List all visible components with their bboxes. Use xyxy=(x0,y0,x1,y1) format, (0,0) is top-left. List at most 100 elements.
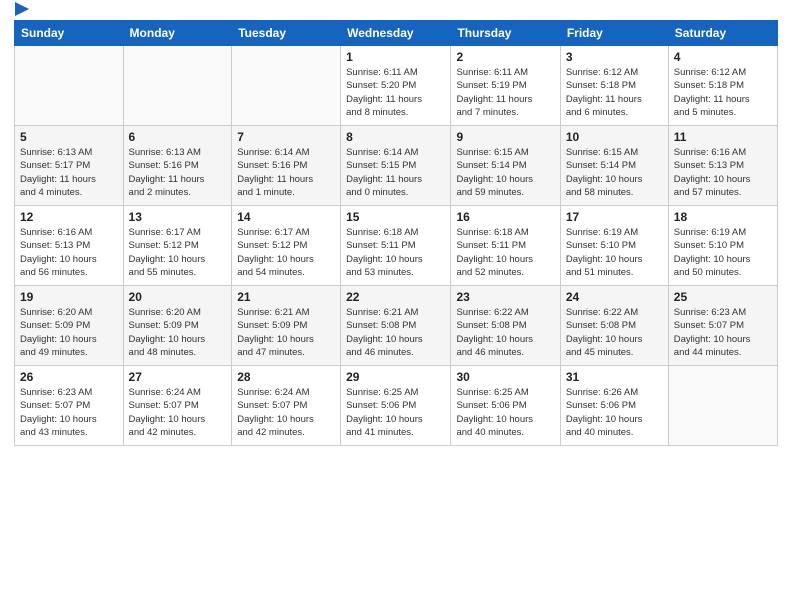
day-info: Sunrise: 6:11 AM Sunset: 5:20 PM Dayligh… xyxy=(346,66,445,119)
day-number: 28 xyxy=(237,370,335,384)
calendar-header-monday: Monday xyxy=(123,21,232,46)
calendar-header-thursday: Thursday xyxy=(451,21,560,46)
day-number: 9 xyxy=(456,130,554,144)
day-info: Sunrise: 6:26 AM Sunset: 5:06 PM Dayligh… xyxy=(566,386,663,439)
calendar-cell: 6Sunrise: 6:13 AM Sunset: 5:16 PM Daylig… xyxy=(123,126,232,206)
calendar-table: SundayMondayTuesdayWednesdayThursdayFrid… xyxy=(14,20,778,446)
day-number: 7 xyxy=(237,130,335,144)
calendar-cell: 18 Sunrise: 6:19 AM Sunset: 5:10 PM Dayli… xyxy=(668,206,777,286)
calendar-cell: 27 Sunrise: 6:24 AM Sunset: 5:07 PM Dayli… xyxy=(123,366,232,446)
calendar-cell: 4 Sunrise: 6:12 AM Sunset: 5:18 PM Daylig… xyxy=(668,46,777,126)
day-info: Sunrise: 6:24 AM Sunset: 5:07 PM Dayligh… xyxy=(129,386,227,439)
day-info: Sunrise: 6:18 AM Sunset: 5:11 PM Dayligh… xyxy=(456,226,554,279)
day-number: 16 xyxy=(456,210,554,224)
header xyxy=(14,10,778,12)
calendar-week-row: 1 Sunrise: 6:11 AM Sunset: 5:20 PM Daylig… xyxy=(15,46,778,126)
day-info: Sunrise: 6:23 AM Sunset: 5:07 PM Dayligh… xyxy=(674,306,772,359)
day-info: Sunrise: 6:14 AM Sunset: 5:16 PM Dayligh… xyxy=(237,146,335,199)
day-number: 26 xyxy=(20,370,118,384)
day-number: 29 xyxy=(346,370,445,384)
day-info: Sunrise: 6:12 AM Sunset: 5:18 PM Dayligh… xyxy=(566,66,663,119)
calendar-header-tuesday: Tuesday xyxy=(232,21,341,46)
calendar-cell: 7 Sunrise: 6:14 AM Sunset: 5:16 PM Daylig… xyxy=(232,126,341,206)
calendar-cell: 31 Sunrise: 6:26 AM Sunset: 5:06 PM Dayli… xyxy=(560,366,668,446)
day-info: Sunrise: 6:17 AM Sunset: 5:12 PM Dayligh… xyxy=(237,226,335,279)
day-number: 12 xyxy=(20,210,118,224)
day-number: 14 xyxy=(237,210,335,224)
day-number: 23 xyxy=(456,290,554,304)
calendar-cell: 5 Sunrise: 6:13 AM Sunset: 5:17 PM Daylig… xyxy=(15,126,124,206)
day-number: 10 xyxy=(566,130,663,144)
day-number: 3 xyxy=(566,50,663,64)
day-info: Sunrise: 6:23 AM Sunset: 5:07 PM Dayligh… xyxy=(20,386,118,439)
calendar-header-friday: Friday xyxy=(560,21,668,46)
day-number: 20 xyxy=(129,290,227,304)
day-number: 21 xyxy=(237,290,335,304)
calendar-cell xyxy=(232,46,341,126)
day-info: Sunrise: 6:21 AM Sunset: 5:09 PM Dayligh… xyxy=(237,306,335,359)
day-number: 13 xyxy=(129,210,227,224)
day-number: 2 xyxy=(456,50,554,64)
day-info: Sunrise: 6:12 AM Sunset: 5:18 PM Dayligh… xyxy=(674,66,772,119)
day-info: Sunrise: 6:19 AM Sunset: 5:10 PM Dayligh… xyxy=(566,226,663,279)
day-info: Sunrise: 6:15 AM Sunset: 5:14 PM Dayligh… xyxy=(566,146,663,199)
calendar-cell: 19Sunrise: 6:20 AM Sunset: 5:09 PM Dayli… xyxy=(15,286,124,366)
calendar-cell: 16 Sunrise: 6:18 AM Sunset: 5:11 PM Dayli… xyxy=(451,206,560,286)
calendar-cell: 29 Sunrise: 6:25 AM Sunset: 5:06 PM Dayli… xyxy=(341,366,451,446)
calendar-cell xyxy=(15,46,124,126)
calendar-cell: 23 Sunrise: 6:22 AM Sunset: 5:08 PM Dayli… xyxy=(451,286,560,366)
calendar-week-row: 12 Sunrise: 6:16 AM Sunset: 5:13 PM Dayli… xyxy=(15,206,778,286)
calendar-cell: 13 Sunrise: 6:17 AM Sunset: 5:12 PM Dayli… xyxy=(123,206,232,286)
day-info: Sunrise: 6:17 AM Sunset: 5:12 PM Dayligh… xyxy=(129,226,227,279)
day-number: 18 xyxy=(674,210,772,224)
day-info: Sunrise: 6:16 AM Sunset: 5:13 PM Dayligh… xyxy=(20,226,118,279)
day-number: 17 xyxy=(566,210,663,224)
calendar-cell: 2Sunrise: 6:11 AM Sunset: 5:19 PM Daylig… xyxy=(451,46,560,126)
calendar-cell: 14 Sunrise: 6:17 AM Sunset: 5:12 PM Dayli… xyxy=(232,206,341,286)
day-info: Sunrise: 6:14 AM Sunset: 5:15 PM Dayligh… xyxy=(346,146,445,199)
calendar-cell xyxy=(668,366,777,446)
day-number: 31 xyxy=(566,370,663,384)
day-info: Sunrise: 6:22 AM Sunset: 5:08 PM Dayligh… xyxy=(456,306,554,359)
calendar-header-sunday: Sunday xyxy=(15,21,124,46)
calendar-cell: 24 Sunrise: 6:22 AM Sunset: 5:08 PM Dayli… xyxy=(560,286,668,366)
main-container: SundayMondayTuesdayWednesdayThursdayFrid… xyxy=(0,0,792,456)
day-number: 27 xyxy=(129,370,227,384)
day-info: Sunrise: 6:25 AM Sunset: 5:06 PM Dayligh… xyxy=(346,386,445,439)
day-info: Sunrise: 6:16 AM Sunset: 5:13 PM Dayligh… xyxy=(674,146,772,199)
calendar-week-row: 26 Sunrise: 6:23 AM Sunset: 5:07 PM Dayli… xyxy=(15,366,778,446)
calendar-header-wednesday: Wednesday xyxy=(341,21,451,46)
calendar-cell: 20 Sunrise: 6:20 AM Sunset: 5:09 PM Dayli… xyxy=(123,286,232,366)
day-info: Sunrise: 6:19 AM Sunset: 5:10 PM Dayligh… xyxy=(674,226,772,279)
day-number: 5 xyxy=(20,130,118,144)
calendar-cell: 21 Sunrise: 6:21 AM Sunset: 5:09 PM Dayli… xyxy=(232,286,341,366)
calendar-cell: 25Sunrise: 6:23 AM Sunset: 5:07 PM Dayli… xyxy=(668,286,777,366)
day-info: Sunrise: 6:13 AM Sunset: 5:17 PM Dayligh… xyxy=(20,146,118,199)
calendar-cell: 1 Sunrise: 6:11 AM Sunset: 5:20 PM Daylig… xyxy=(341,46,451,126)
calendar-cell: 10 Sunrise: 6:15 AM Sunset: 5:14 PM Dayli… xyxy=(560,126,668,206)
calendar-week-row: 19Sunrise: 6:20 AM Sunset: 5:09 PM Dayli… xyxy=(15,286,778,366)
day-number: 15 xyxy=(346,210,445,224)
day-info: Sunrise: 6:21 AM Sunset: 5:08 PM Dayligh… xyxy=(346,306,445,359)
calendar-cell: 15Sunrise: 6:18 AM Sunset: 5:11 PM Dayli… xyxy=(341,206,451,286)
calendar-cell: 30Sunrise: 6:25 AM Sunset: 5:06 PM Dayli… xyxy=(451,366,560,446)
logo-arrow-icon xyxy=(15,2,29,16)
day-number: 4 xyxy=(674,50,772,64)
calendar-cell: 28 Sunrise: 6:24 AM Sunset: 5:07 PM Dayli… xyxy=(232,366,341,446)
day-info: Sunrise: 6:24 AM Sunset: 5:07 PM Dayligh… xyxy=(237,386,335,439)
day-info: Sunrise: 6:20 AM Sunset: 5:09 PM Dayligh… xyxy=(20,306,118,359)
day-number: 11 xyxy=(674,130,772,144)
calendar-cell: 9Sunrise: 6:15 AM Sunset: 5:14 PM Daylig… xyxy=(451,126,560,206)
calendar-header-row: SundayMondayTuesdayWednesdayThursdayFrid… xyxy=(15,21,778,46)
day-info: Sunrise: 6:22 AM Sunset: 5:08 PM Dayligh… xyxy=(566,306,663,359)
calendar-cell: 12 Sunrise: 6:16 AM Sunset: 5:13 PM Dayli… xyxy=(15,206,124,286)
day-number: 24 xyxy=(566,290,663,304)
calendar-cell: 3 Sunrise: 6:12 AM Sunset: 5:18 PM Daylig… xyxy=(560,46,668,126)
day-number: 8 xyxy=(346,130,445,144)
day-number: 1 xyxy=(346,50,445,64)
calendar-cell: 11 Sunrise: 6:16 AM Sunset: 5:13 PM Dayli… xyxy=(668,126,777,206)
calendar-cell xyxy=(123,46,232,126)
calendar-cell: 8 Sunrise: 6:14 AM Sunset: 5:15 PM Daylig… xyxy=(341,126,451,206)
day-info: Sunrise: 6:20 AM Sunset: 5:09 PM Dayligh… xyxy=(129,306,227,359)
day-number: 6 xyxy=(129,130,227,144)
